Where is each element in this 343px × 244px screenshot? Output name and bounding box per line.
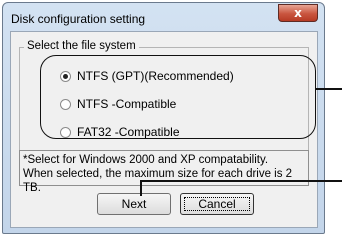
next-button[interactable]: Next xyxy=(97,193,171,215)
title-bar: Disk configuration setting x xyxy=(3,3,324,30)
window-title: Disk configuration setting xyxy=(11,12,146,26)
callout-leader-options xyxy=(316,88,342,90)
next-button-label: Next xyxy=(121,197,147,211)
close-button[interactable]: x xyxy=(278,4,318,22)
close-icon: x xyxy=(294,6,302,20)
focus-ring xyxy=(184,197,250,211)
cancel-button[interactable]: Cancel xyxy=(180,193,254,215)
note-line-1: *Select for Windows 2000 and XP compatab… xyxy=(23,154,269,166)
groupbox-legend: Select the file system xyxy=(24,40,139,52)
callout-leader-next xyxy=(140,180,342,182)
callout-oval-radio-options xyxy=(40,55,316,139)
callout-leader-next-vertical xyxy=(140,180,142,196)
